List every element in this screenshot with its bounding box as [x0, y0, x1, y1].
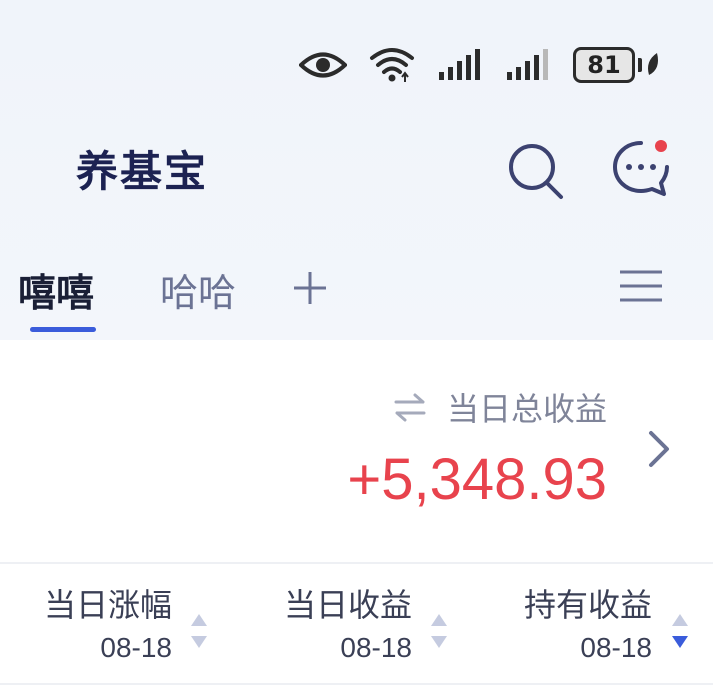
- menu-button[interactable]: [618, 266, 664, 306]
- add-tab-button[interactable]: [290, 268, 330, 308]
- search-button[interactable]: [505, 140, 567, 202]
- sort-column-daily-change[interactable]: 当日涨幅 08-18: [26, 580, 172, 664]
- app-title: 养基宝: [76, 147, 209, 196]
- wifi-icon: [369, 46, 415, 84]
- summary-label: 当日总收益: [446, 390, 607, 428]
- summary-value: +5,348.93: [347, 447, 607, 512]
- active-tab-indicator: [30, 327, 96, 332]
- search-icon: [509, 144, 563, 199]
- plus-icon: [294, 272, 326, 304]
- divider: [0, 562, 713, 564]
- column-date: 08-18: [100, 632, 172, 663]
- column-title: 持有收益: [523, 586, 652, 624]
- summary-header[interactable]: 当日总收益: [393, 384, 607, 430]
- sort-arrows-icon[interactable]: [669, 608, 691, 654]
- sort-arrows-icon[interactable]: [428, 608, 450, 654]
- chevron-right-icon: [649, 431, 669, 467]
- column-title: 当日涨幅: [43, 586, 172, 624]
- tab-haha[interactable]: 哈哈: [160, 262, 236, 317]
- eye-icon: [299, 50, 347, 80]
- signal-icon: [505, 48, 551, 82]
- leaf-icon: [648, 53, 658, 75]
- column-date: 08-18: [580, 632, 652, 663]
- notification-badge: [655, 140, 667, 152]
- battery-level: 81: [573, 47, 635, 83]
- divider: [0, 683, 713, 685]
- column-date: 08-18: [340, 632, 412, 663]
- sort-arrows-icon[interactable]: [188, 608, 210, 654]
- sort-column-holding-profit[interactable]: 持有收益 08-18: [506, 580, 652, 664]
- column-title: 当日收益: [283, 586, 412, 624]
- message-button[interactable]: [610, 136, 676, 202]
- sort-column-daily-profit[interactable]: 当日收益 08-18: [266, 580, 412, 664]
- tab-xixi[interactable]: 嘻嘻: [18, 262, 94, 317]
- signal-icon: [437, 48, 483, 82]
- swap-icon[interactable]: [393, 392, 427, 422]
- summary-detail-button[interactable]: [644, 428, 674, 470]
- battery-icon: 81: [573, 47, 661, 83]
- status-bar: 81: [299, 40, 661, 90]
- menu-icon: [620, 270, 662, 302]
- message-icon: [613, 140, 669, 196]
